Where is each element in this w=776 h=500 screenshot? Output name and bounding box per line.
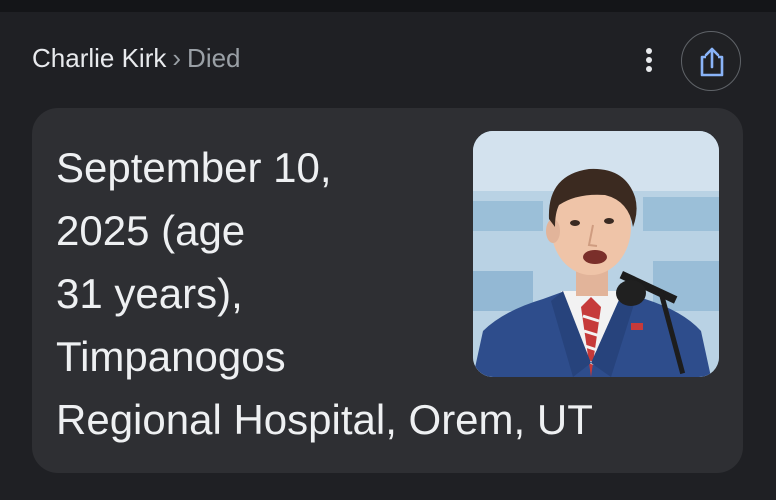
share-button[interactable] — [681, 31, 741, 91]
share-icon — [700, 47, 724, 77]
knowledge-panel-header: Charlie Kirk › Died — [0, 12, 776, 104]
more-options-button[interactable] — [634, 42, 664, 78]
breadcrumb: Charlie Kirk › Died — [32, 42, 241, 74]
status-bar-strip — [0, 0, 776, 12]
entity-photo[interactable] — [473, 131, 719, 377]
answer-card: September 10, 2025 (age 31 years), Timpa… — [32, 108, 743, 473]
breadcrumb-separator: › — [172, 43, 182, 73]
breadcrumb-entity[interactable]: Charlie Kirk — [32, 43, 166, 73]
more-vert-icon-dot — [646, 57, 652, 63]
person-portrait-image — [473, 131, 719, 377]
breadcrumb-attribute: Died — [187, 43, 241, 73]
more-vert-icon-dot — [646, 48, 652, 54]
more-vert-icon-dot — [646, 66, 652, 72]
